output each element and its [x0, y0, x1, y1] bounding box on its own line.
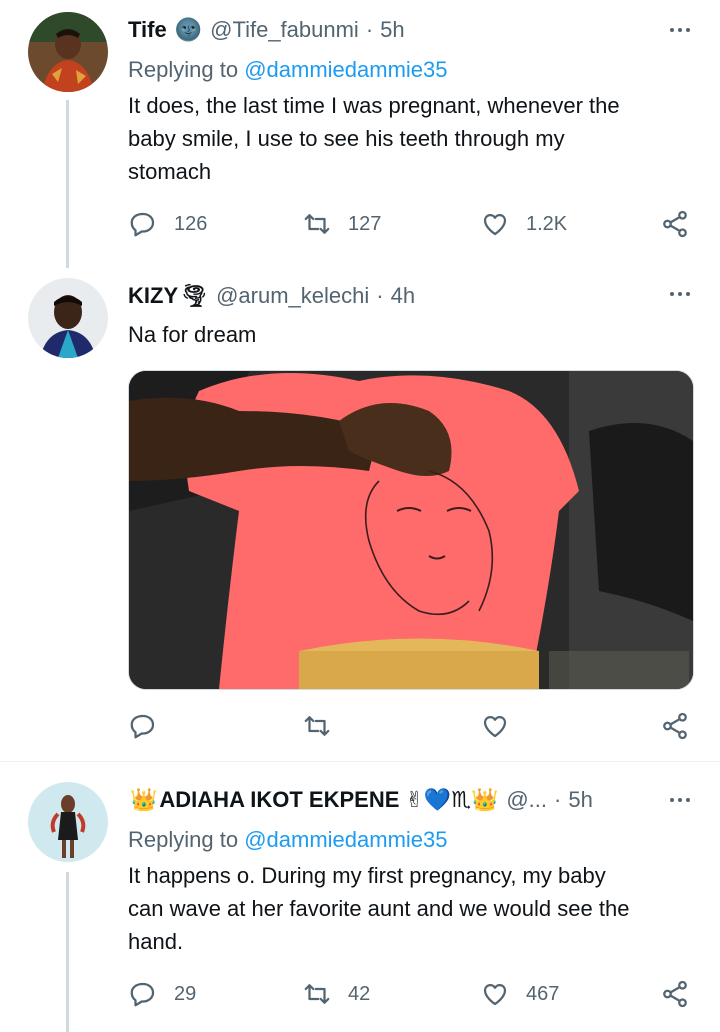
tweet-media-image[interactable]: [128, 370, 694, 690]
tweet-header: 👑 ADIAHA IKOT EKPENE ✌💙♏👑 @... · 5h: [128, 784, 700, 816]
tweet-adiaha[interactable]: 👑 ADIAHA IKOT EKPENE ✌💙♏👑 @... · 5h Repl…: [0, 762, 720, 1032]
like-button[interactable]: 1.2K: [480, 204, 567, 244]
user-handle[interactable]: @...: [506, 787, 547, 813]
avatar-adiaha[interactable]: [28, 782, 108, 862]
replying-to-label: Replying to: [128, 827, 239, 852]
reply-count: 126: [174, 212, 208, 235]
timestamp[interactable]: 5h: [380, 17, 404, 43]
action-bar: 29 42 467: [128, 974, 690, 1014]
like-button[interactable]: 467: [480, 974, 559, 1014]
tweet-header: Tife 🌚 @Tife_fabunmi · 5h: [128, 14, 700, 46]
tweet-text: Na for dream: [128, 322, 257, 347]
retweet-icon: [304, 716, 330, 736]
reply-button[interactable]: [128, 706, 174, 746]
display-name[interactable]: 👑 ADIAHA IKOT EKPENE ✌💙♏👑: [128, 787, 498, 813]
tweet-tife[interactable]: Tife 🌚 @Tife_fabunmi · 5h Replying to @d…: [0, 0, 720, 268]
action-bar: [128, 706, 690, 746]
tweet-text: It happens o. During my first pregnancy,…: [128, 863, 630, 954]
separator-dot: ·: [376, 283, 384, 308]
replying-to: Replying to @dammiedammie35: [128, 57, 448, 83]
heart-icon: [483, 983, 507, 1006]
tweet-header: KIZY 🌪 @arum_kelechi · 4h: [128, 280, 700, 312]
like-count: 1.2K: [526, 212, 568, 235]
separator-dot: ·: [554, 787, 562, 812]
thread-line: [66, 872, 69, 1032]
retweet-count: 127: [348, 212, 382, 235]
separator-dot: ·: [365, 17, 374, 42]
more-icon[interactable]: [670, 798, 690, 802]
retweet-icon: [304, 984, 330, 1004]
like-button[interactable]: [480, 706, 526, 746]
action-bar: 126 127 1.2K: [128, 204, 690, 244]
thread-line: [66, 100, 69, 268]
retweet-button[interactable]: [302, 706, 348, 746]
retweet-count: 42: [348, 982, 371, 1005]
retweet-button[interactable]: 127: [302, 204, 381, 244]
avatar-tife[interactable]: [28, 12, 108, 92]
heart-icon: [483, 213, 507, 236]
reply-count: 29: [174, 982, 197, 1005]
timestamp[interactable]: 4h: [391, 283, 415, 309]
user-handle[interactable]: @arum_kelechi: [216, 283, 369, 309]
share-button[interactable]: [660, 706, 706, 746]
avatar-kizy[interactable]: [28, 278, 108, 358]
share-icon: [663, 210, 687, 238]
more-icon[interactable]: [670, 28, 690, 32]
display-name[interactable]: Tife 🌚: [128, 17, 202, 43]
mention-link[interactable]: @dammiedammie35: [244, 57, 447, 82]
timestamp[interactable]: 5h: [568, 787, 592, 813]
display-name[interactable]: KIZY 🌪: [128, 283, 208, 309]
share-icon: [663, 980, 687, 1008]
crown-emoji: 👑: [130, 787, 158, 812]
more-icon[interactable]: [670, 292, 690, 296]
share-button[interactable]: [660, 204, 706, 244]
reply-icon: [130, 982, 155, 1007]
heart-icon: [483, 715, 507, 738]
reply-icon: [130, 212, 155, 237]
reply-icon: [130, 714, 155, 739]
reply-button[interactable]: 126: [128, 204, 207, 244]
mention-link[interactable]: @dammiedammie35: [244, 827, 447, 852]
name-emojis: ✌💙♏👑: [405, 787, 499, 812]
user-handle[interactable]: @Tife_fabunmi: [210, 17, 359, 43]
retweet-button[interactable]: 42: [302, 974, 370, 1014]
retweet-icon: [304, 214, 330, 234]
share-button[interactable]: [660, 974, 706, 1014]
share-icon: [663, 712, 687, 740]
tweet-text: It does, the last time I was pregnant, w…: [128, 93, 620, 184]
like-count: 467: [526, 982, 560, 1005]
replying-to-label: Replying to: [128, 57, 239, 82]
new-moon-face-emoji: 🌚: [174, 17, 203, 42]
reply-button[interactable]: 29: [128, 974, 196, 1014]
tornado-emoji: 🌪: [180, 283, 209, 308]
replying-to: Replying to @dammiedammie35: [128, 827, 448, 853]
